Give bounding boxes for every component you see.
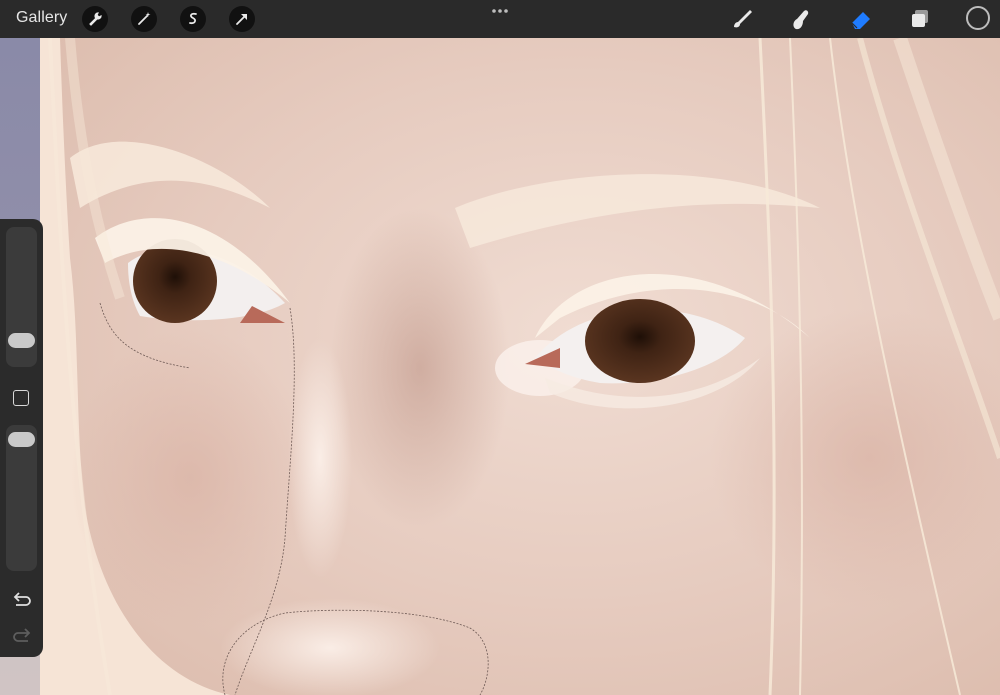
drawing-canvas[interactable] bbox=[0, 38, 1000, 695]
selection-icon bbox=[189, 12, 197, 25]
magic-wand-icon bbox=[138, 12, 151, 25]
undo-icon[interactable] bbox=[11, 591, 33, 609]
opacity-slider[interactable] bbox=[6, 425, 37, 571]
left-sidebar bbox=[0, 219, 43, 657]
transform-button[interactable] bbox=[229, 6, 255, 32]
brush-icon[interactable] bbox=[728, 7, 754, 31]
actions-button[interactable] bbox=[82, 6, 108, 32]
eraser-icon[interactable] bbox=[848, 7, 874, 31]
wrench-icon bbox=[89, 12, 102, 26]
top-toolbar: Gallery bbox=[0, 0, 1000, 38]
selection-button[interactable] bbox=[180, 6, 206, 32]
artwork bbox=[0, 38, 1000, 695]
gallery-button[interactable]: Gallery bbox=[16, 9, 67, 27]
redo-icon[interactable] bbox=[11, 627, 33, 645]
adjustments-button[interactable] bbox=[131, 6, 157, 32]
modify-button[interactable] bbox=[13, 390, 29, 406]
brush-size-slider[interactable] bbox=[6, 227, 37, 367]
transform-arrow-icon bbox=[236, 14, 247, 25]
layers-icon[interactable] bbox=[907, 7, 933, 31]
brush-size-thumb[interactable] bbox=[8, 333, 35, 348]
color-picker-button[interactable] bbox=[966, 6, 990, 30]
more-options-icon[interactable] bbox=[490, 6, 510, 16]
opacity-thumb[interactable] bbox=[8, 432, 35, 447]
smudge-icon[interactable] bbox=[788, 7, 814, 31]
